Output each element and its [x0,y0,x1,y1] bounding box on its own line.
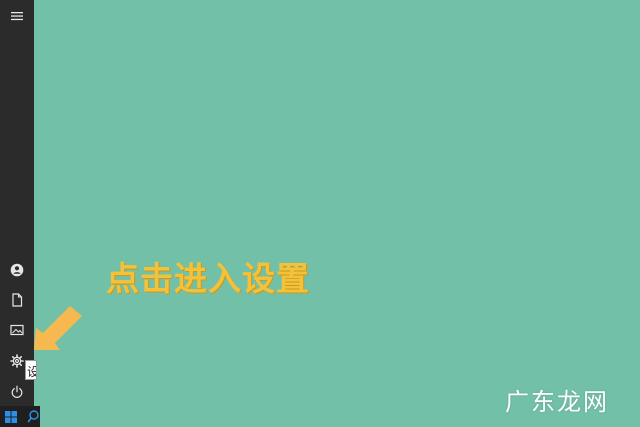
start-button[interactable] [3,409,19,424]
annotation-text: 点击进入设置 [106,259,310,298]
documents-button[interactable] [0,286,34,314]
hamburger-menu-icon [11,12,23,21]
documents-icon [12,293,23,307]
settings-gear-icon [10,354,24,368]
search-button[interactable] [27,409,39,424]
pictures-icon [10,324,24,336]
pointing-arrow-icon [34,306,82,350]
pictures-button[interactable] [0,316,34,344]
settings-tooltip: 设 [25,360,37,380]
desktop: 设 点击进入设置 广东龙网 [0,0,640,427]
windows-logo-icon [5,410,17,423]
power-button[interactable] [0,378,34,406]
settings-tooltip-text: 设 [27,363,36,379]
start-menu-rail [0,0,34,406]
search-icon [27,410,39,423]
watermark: 广东龙网 [505,388,609,416]
user-account-button[interactable] [0,256,34,284]
power-icon [11,385,23,398]
user-account-icon [10,263,24,277]
expand-menu-button[interactable] [0,2,34,30]
